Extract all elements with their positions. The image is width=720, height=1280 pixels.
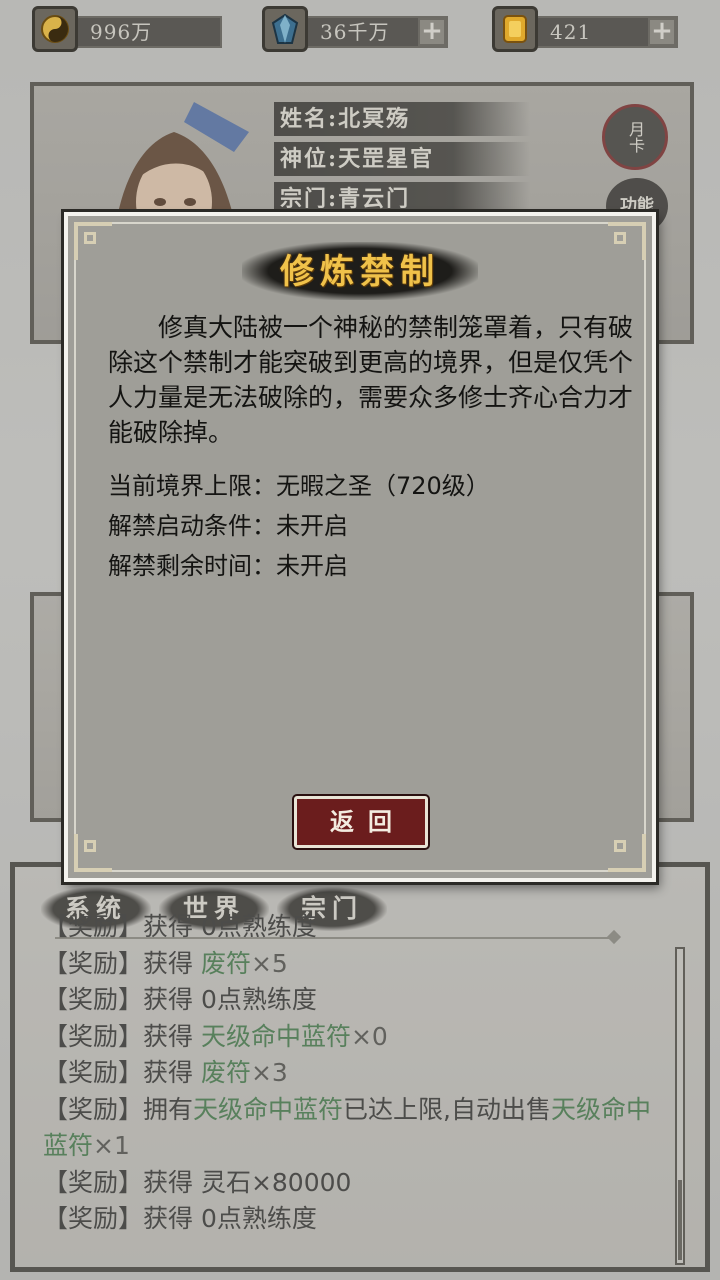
dialog-description: 修真大陆被一个神秘的禁制笼罩着，只有破除这个禁制才能突破到更高的境界，但是仅凭个… [108,313,634,447]
cultivation-seal-dialog: 修炼禁制 修真大陆被一个神秘的禁制笼罩着，只有破除这个禁制才能突破到更高的境界，… [64,212,656,882]
corner-ornament [608,834,646,872]
remaining-time: 解禁剩余时间：未开启 [108,552,348,580]
back-button[interactable]: 返回 [294,796,428,848]
gold-ingot-icon [492,6,538,52]
coin-icon [32,6,78,52]
dialog-title: 修炼禁制 [280,252,440,292]
realm-limit: 当前境界上限：无暇之圣（720级） [108,472,490,500]
corner-ornament [74,834,112,872]
spirit-crystal-icon [262,6,308,52]
unlock-condition: 解禁启动条件：未开启 [108,512,348,540]
seal-stats: 当前境界上限：无暇之圣（720级） 解禁启动条件：未开启 解禁剩余时间：未开启 [108,466,636,586]
